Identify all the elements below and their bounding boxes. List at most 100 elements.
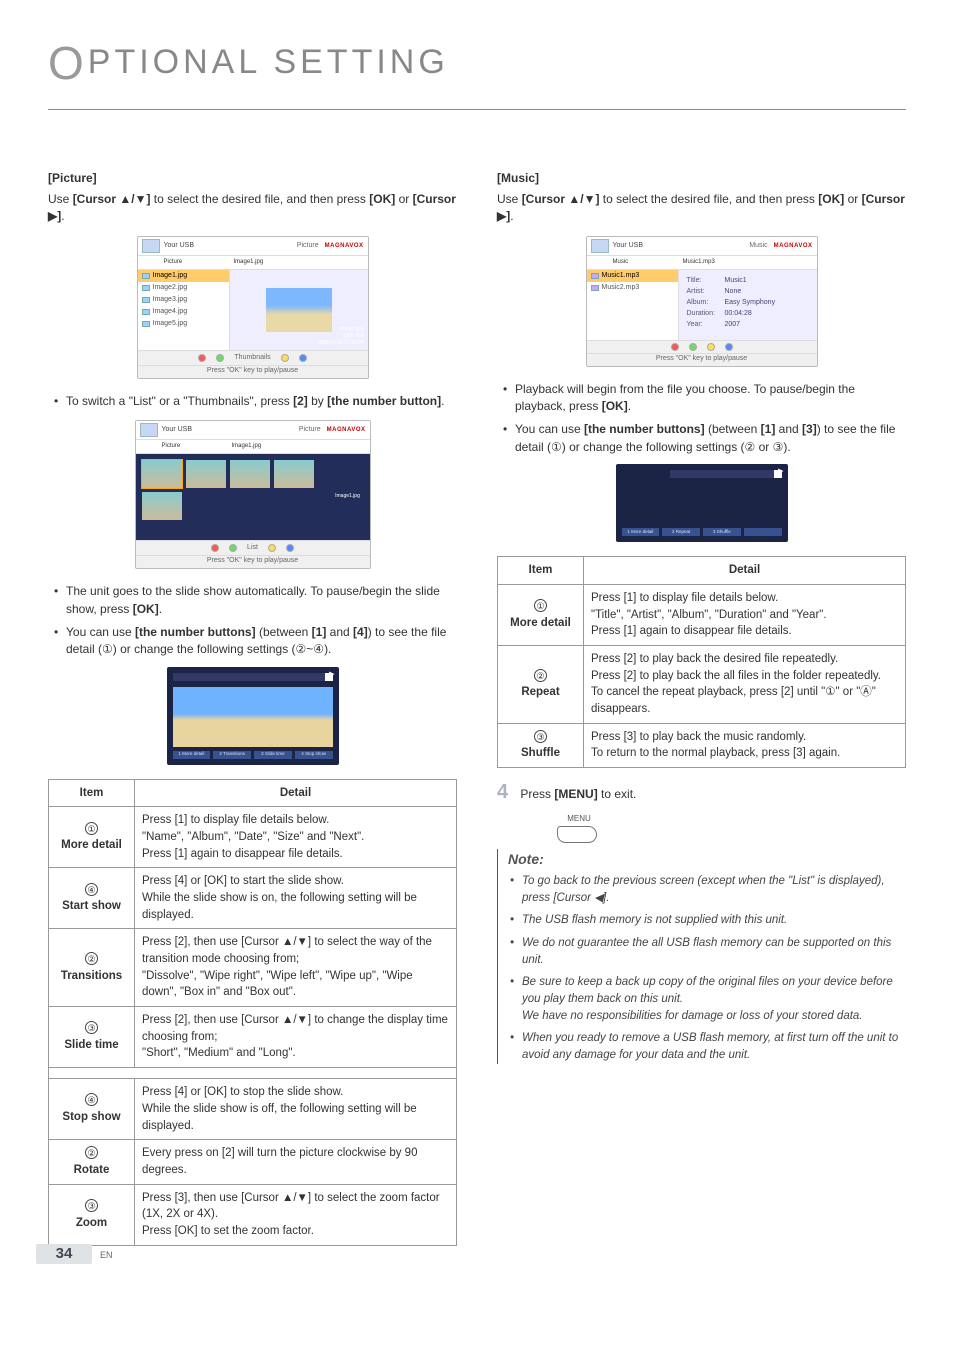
t: Image2.jpg <box>153 283 188 293</box>
list-item: Image5.jpg <box>138 318 229 330</box>
music-list-screenshot: Your USB Music MAGNAVOX Music Music1.mp3… <box>586 236 818 367</box>
file-icon <box>142 273 150 279</box>
row-detail: Press [3], then use [Cursor ▲/▼] to sele… <box>135 1184 457 1245</box>
t: Music1.mp3 <box>602 271 640 281</box>
ss-crumb: Picture <box>162 442 232 451</box>
t: The unit goes to the slide show automati… <box>66 584 440 615</box>
k: Album: <box>687 298 719 308</box>
menu-shape-icon <box>557 826 597 843</box>
green-dot-icon <box>689 343 697 351</box>
t: Image5.jpg <box>153 319 188 329</box>
t: [the number buttons] <box>135 625 256 639</box>
t: You can use <box>66 625 135 639</box>
ss-path: Picture <box>293 425 327 435</box>
auto-bullet: The unit goes to the slide show automati… <box>48 583 457 618</box>
list-item: Image1.jpg <box>138 270 229 282</box>
t: [1] <box>761 422 776 436</box>
table-row: ③ShufflePress [3] to play back the music… <box>498 723 906 767</box>
num-icon: ② <box>85 952 98 965</box>
step-4: 4 Press [MENU] to exit. <box>497 778 906 807</box>
file-icon <box>591 273 599 279</box>
row-name: More detail <box>56 837 127 854</box>
header-text: PTIONAL SETTING <box>88 43 449 81</box>
preview-meta: Image1.jpg 1366 963 2009.04.03 17:43:06 <box>318 326 364 348</box>
picture-list-screenshot: Your USB Picture MAGNAVOX Picture Image1… <box>137 236 369 379</box>
t: Use <box>48 192 73 206</box>
th-detail: Detail <box>584 557 906 585</box>
menu-label: [MENU] <box>554 787 597 801</box>
kv-row: Album: Easy Symphony <box>687 298 809 308</box>
t: 1366 963 <box>318 333 364 340</box>
player-btn: 1 More detail <box>622 528 660 536</box>
red-dot-icon <box>671 343 679 351</box>
table-row: ② Transitions Press [2], then use [Cursor … <box>49 929 457 1007</box>
progress-bar: ▶ <box>173 673 333 681</box>
t: (between <box>705 422 761 436</box>
ss-footer: Thumbnails <box>138 350 368 365</box>
ss-title: Your USB <box>164 241 291 251</box>
page-number: 34 EN <box>36 1244 113 1264</box>
footer-hint: Press "OK" key to play/pause <box>207 366 298 376</box>
t: Music2.mp3 <box>602 283 640 293</box>
ss-footer: List <box>136 540 370 555</box>
green-dot-icon <box>216 354 224 362</box>
ss-crumb: Music <box>613 258 683 267</box>
t: [the number buttons] <box>584 422 705 436</box>
file-icon <box>142 297 150 303</box>
player-btn: 2 Repeat <box>662 528 700 536</box>
t: Use <box>497 192 522 206</box>
note-item: The USB flash memory is not supplied wit… <box>508 912 906 929</box>
t: You can use <box>515 422 584 436</box>
num-icon: ① <box>534 599 547 612</box>
th-item: Item <box>49 779 135 807</box>
player-btn: 3 Shuffle <box>703 528 741 536</box>
file-icon <box>591 285 599 291</box>
t: or <box>844 192 861 206</box>
picture-heading: [Picture] <box>48 170 457 187</box>
thumbs-grid <box>136 454 326 540</box>
row-detail: Press [4] or [OK] to stop the slide show… <box>135 1079 457 1140</box>
kv-row: Duration:00:04:28 <box>687 309 809 319</box>
list-item: Image4.jpg <box>138 306 229 318</box>
note-item: When you ready to remove a USB flash mem… <box>508 1030 906 1063</box>
page-lang: EN <box>100 1249 113 1262</box>
file-icon <box>142 321 150 327</box>
player-btn: 4 Stop show <box>295 751 333 759</box>
music-detail-table: ItemDetail ①More detailPress [1] to disp… <box>497 556 906 768</box>
row-name: Start show <box>56 898 127 915</box>
t: and <box>775 422 802 436</box>
row-detail: Press [2], then use [Cursor ▲/▼] to sele… <box>135 929 457 1007</box>
ss-brand: MAGNAVOX <box>774 242 813 251</box>
row-detail: Press [4] or [OK] to start the slide sho… <box>135 868 457 929</box>
v: 2007 <box>725 320 741 330</box>
ss-path: Picture <box>291 241 325 251</box>
list-item: Image3.jpg <box>138 294 229 306</box>
row-name: Stop show <box>56 1109 127 1126</box>
row-detail: Press [2], then use [Cursor ▲/▼] to chan… <box>135 1007 457 1068</box>
v: Music1 <box>725 276 747 286</box>
ss-details: Title:Music1 Artist:None Album:Easy Symp… <box>679 270 817 340</box>
table-row: ①More detailPress [1] to display file de… <box>49 807 457 868</box>
switch-bullet: To switch a "List" or a "Thumbnails", pr… <box>48 393 457 410</box>
ss-list: Image1.jpg Image2.jpg Image3.jpg Image4.… <box>138 270 230 350</box>
row-detail: Press [3] to play back the music randoml… <box>584 723 906 767</box>
t: to select the desired file, and then pre… <box>150 192 369 206</box>
row-detail: Every press on [2] will turn the picture… <box>135 1140 457 1184</box>
v: Easy Symphony <box>725 298 776 308</box>
list-item: Music1.mp3 <box>587 270 678 282</box>
th-item: Item <box>498 557 584 585</box>
file-icon <box>142 309 150 315</box>
file-icon <box>142 285 150 291</box>
cursor-updown: [Cursor ▲/▼] <box>73 192 151 206</box>
row-name: Transitions <box>56 968 127 985</box>
t: Image1.jpg <box>318 326 364 333</box>
t: by <box>308 394 327 408</box>
music-heading: [Music] <box>497 170 906 187</box>
thumb <box>230 460 270 488</box>
t: [OK] <box>602 399 628 413</box>
player-image <box>173 687 333 747</box>
usb-icon <box>140 423 158 437</box>
red-dot-icon <box>198 354 206 362</box>
ss-brand: MAGNAVOX <box>327 426 366 435</box>
k: Title: <box>687 276 719 286</box>
